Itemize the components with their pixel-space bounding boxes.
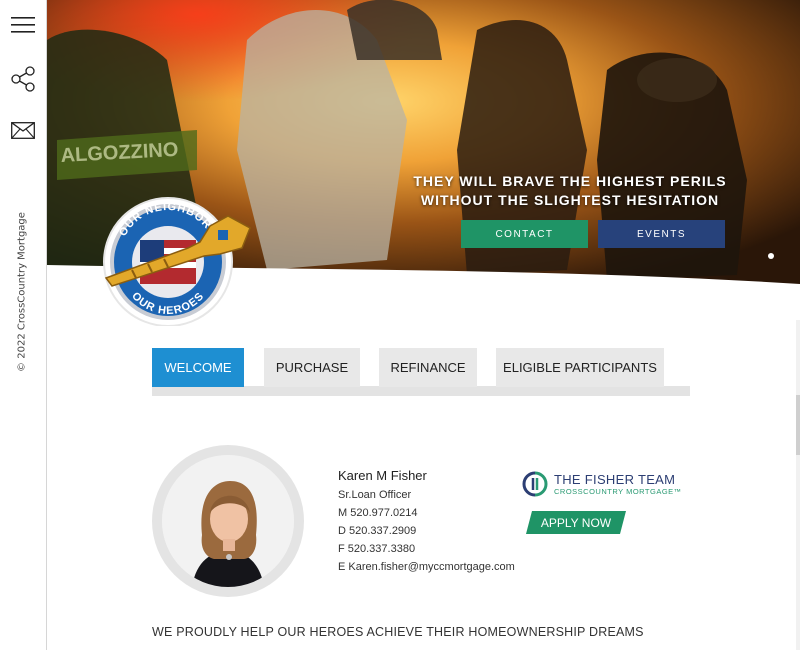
neighbors-heroes-badge-logo: OUR NEIGHBORS OUR HEROES bbox=[103, 197, 251, 326]
profile-photo bbox=[162, 455, 294, 587]
direct-phone[interactable]: D 520.337.2909 bbox=[338, 522, 515, 540]
headline-line-1: THEY WILL BRAVE THE HIGHEST PERILS bbox=[413, 173, 727, 189]
events-button[interactable]: EVENTS bbox=[598, 220, 725, 248]
contact-details: Karen M Fisher Sr.Loan Officer M 520.977… bbox=[338, 467, 515, 576]
scrollbar-thumb[interactable] bbox=[796, 395, 800, 455]
tab-bar: WELCOME PURCHASE REFINANCE ELIGIBLE PART… bbox=[152, 348, 690, 396]
tab-refinance[interactable]: REFINANCE bbox=[379, 348, 477, 387]
tab-eligible-participants[interactable]: ELIGIBLE PARTICIPANTS bbox=[496, 348, 664, 387]
tagline-text: WE PROUDLY HELP OUR HEROES ACHIEVE THEIR… bbox=[152, 625, 644, 639]
officer-title: Sr.Loan Officer bbox=[338, 489, 412, 501]
officer-name: Karen M Fisher bbox=[338, 468, 427, 483]
left-rail: © 2022 CrossCountry Mortgage bbox=[0, 0, 47, 650]
contact-button[interactable]: CONTACT bbox=[461, 220, 588, 248]
profile-photo-frame bbox=[152, 445, 304, 597]
mobile-phone[interactable]: M 520.977.0214 bbox=[338, 504, 515, 522]
scrollbar-track[interactable] bbox=[796, 320, 800, 650]
hamburger-menu-icon[interactable] bbox=[10, 16, 36, 34]
copyright-text: © 2022 CrossCountry Mortgage bbox=[16, 212, 28, 372]
fisher-team-logo: THE FISHER TEAM CROSSCOUNTRY MORTGAGE™ bbox=[522, 470, 682, 500]
share-icon[interactable] bbox=[10, 66, 36, 92]
crosscountry-logo-icon bbox=[522, 471, 548, 497]
headline-line-2: WITHOUT THE SLIGHTEST HESITATION bbox=[420, 192, 720, 208]
hero-headline: THEY WILL BRAVE THE HIGHEST PERILS WITHO… bbox=[410, 172, 730, 210]
fax-number: F 520.337.3380 bbox=[338, 543, 416, 555]
email-link[interactable]: E Karen.fisher@myccmortgage.com bbox=[338, 558, 515, 576]
team-subtitle: CROSSCOUNTRY MORTGAGE™ bbox=[554, 487, 682, 496]
apply-now-button[interactable]: APPLY NOW bbox=[526, 511, 626, 534]
tab-purchase[interactable]: PURCHASE bbox=[264, 348, 360, 387]
envelope-icon[interactable] bbox=[10, 122, 36, 139]
tab-welcome[interactable]: WELCOME bbox=[152, 348, 244, 387]
slider-dot[interactable] bbox=[768, 253, 774, 259]
team-title: THE FISHER TEAM bbox=[554, 472, 676, 487]
tab-bar-base bbox=[152, 386, 690, 396]
